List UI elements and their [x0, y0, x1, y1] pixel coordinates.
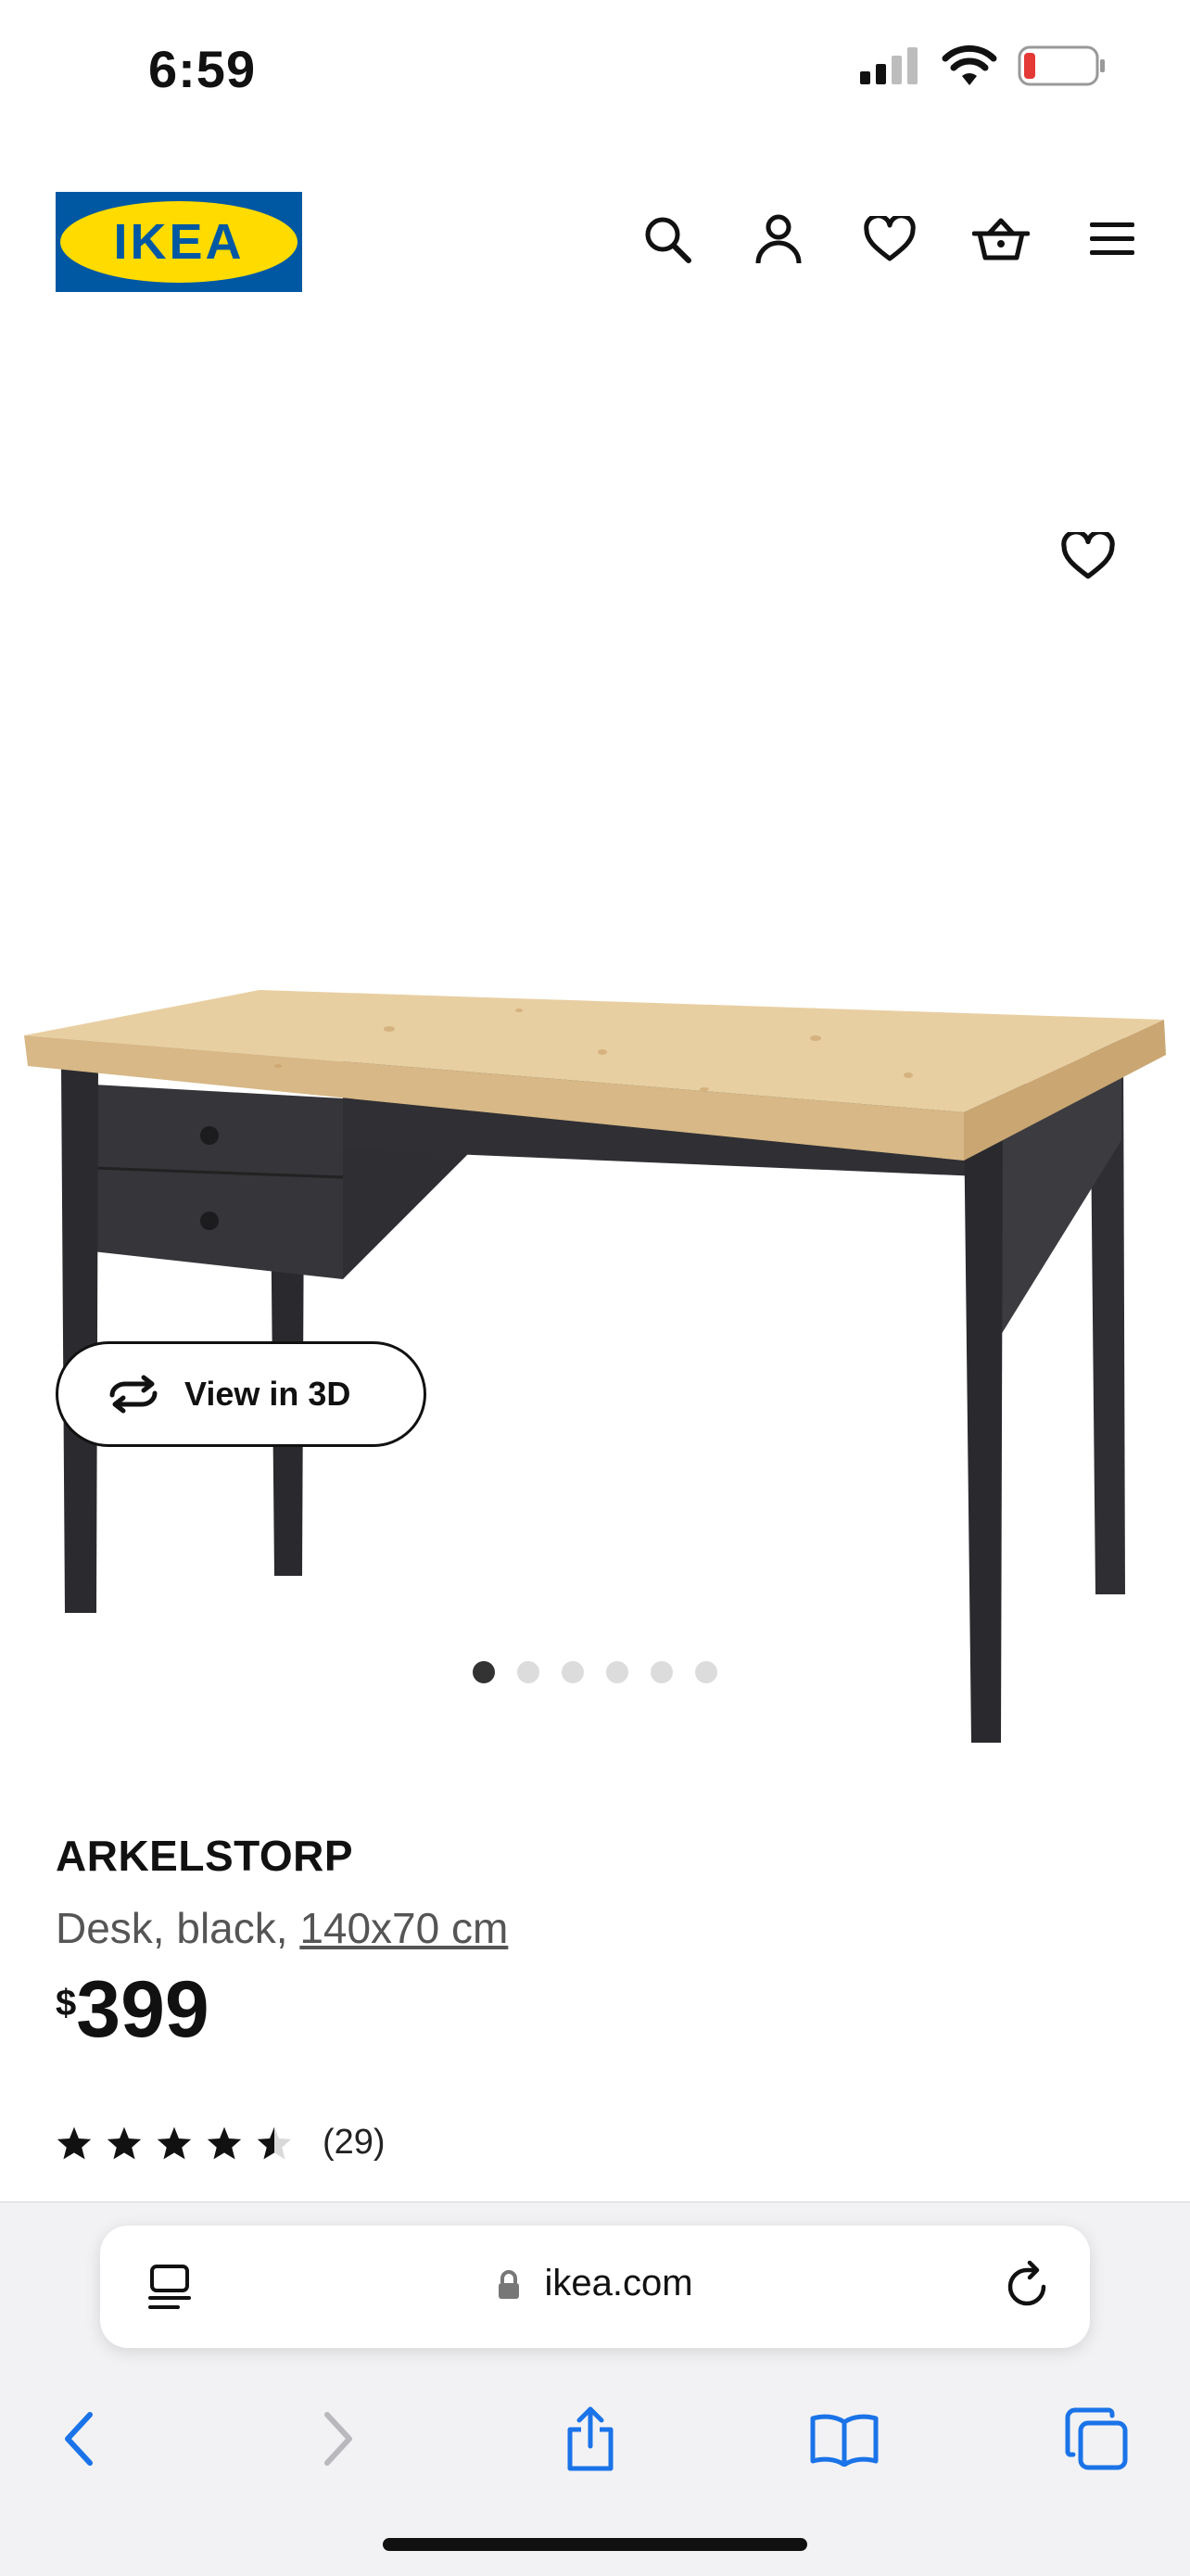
- account-button[interactable]: [745, 206, 812, 273]
- product-gallery[interactable]: View in 3D: [0, 334, 1190, 1743]
- gallery-dot[interactable]: [606, 1661, 628, 1683]
- rotate-3d-icon: [109, 1375, 158, 1414]
- product-size-link[interactable]: 140x70 cm: [299, 1904, 508, 1952]
- product-type: Desk, black,: [56, 1904, 288, 1952]
- bookmarks-icon: [810, 2414, 879, 2467]
- tabs-button[interactable]: [1055, 2397, 1138, 2481]
- product-info: ARKELSTORP Desk, black, 140x70 cm $ 399: [56, 1831, 1140, 2049]
- gallery-dot[interactable]: [517, 1661, 539, 1683]
- gallery-dot[interactable]: [473, 1661, 495, 1683]
- forward-icon: [324, 2412, 352, 2466]
- gallery-pagination: [0, 1661, 1190, 1683]
- url-display[interactable]: ikea.com: [100, 2263, 1090, 2304]
- view-in-3d-button[interactable]: View in 3D: [56, 1341, 426, 1447]
- favourites-button[interactable]: [856, 206, 923, 273]
- back-button[interactable]: [37, 2397, 120, 2481]
- half-star-icon: [257, 2126, 292, 2159]
- status-icons: [858, 44, 1107, 87]
- gallery-dot[interactable]: [695, 1661, 717, 1683]
- forward-button[interactable]: [297, 2397, 380, 2481]
- search-button[interactable]: [634, 206, 701, 273]
- reload-icon[interactable]: [1003, 2259, 1053, 2313]
- price-currency: $: [56, 1983, 77, 2024]
- product-name: ARKELSTORP: [56, 1832, 354, 1880]
- wifi-icon: [942, 44, 997, 85]
- browser-bottom-bar: ikea.com: [0, 2202, 1190, 2576]
- share-button[interactable]: [549, 2397, 632, 2481]
- home-indicator[interactable]: [383, 2538, 807, 2551]
- status-time: 6:59: [148, 40, 257, 98]
- bookmarks-button[interactable]: [803, 2397, 886, 2481]
- heart-icon: [1061, 532, 1115, 579]
- product-image: [24, 990, 1166, 1743]
- basket-button[interactable]: [968, 206, 1034, 273]
- gallery-dot[interactable]: [562, 1661, 584, 1683]
- product-rating[interactable]: (29): [56, 2123, 386, 2163]
- browser-toolbar: [0, 2388, 1190, 2490]
- star-icon: [57, 2126, 92, 2159]
- product-price: $ 399: [56, 1970, 1140, 2049]
- url-text: ikea.com: [544, 2263, 693, 2303]
- star-icon: [107, 2126, 142, 2159]
- ikea-logo[interactable]: IKEA: [56, 192, 302, 292]
- basket-icon: [972, 218, 1030, 260]
- menu-icon: [1090, 222, 1134, 255]
- search-icon: [645, 217, 691, 263]
- site-header: IKEA: [0, 185, 1190, 297]
- view-in-3d-label: View in 3D: [184, 1375, 351, 1413]
- back-icon: [65, 2412, 93, 2466]
- menu-button[interactable]: [1079, 206, 1146, 273]
- cellular-signal-icon: [860, 47, 918, 84]
- heart-icon: [864, 216, 916, 261]
- rating-stars: [56, 2126, 293, 2161]
- star-icon: [157, 2126, 192, 2159]
- price-amount: 399: [76, 1965, 209, 2054]
- status-bar: 6:59: [0, 0, 1190, 139]
- product-description: Desk, black, 140x70 cm: [56, 1903, 1140, 1953]
- gallery-dot[interactable]: [651, 1661, 673, 1683]
- battery-icon: [1018, 45, 1105, 86]
- tabs-icon: [1065, 2407, 1128, 2470]
- star-icon: [207, 2126, 242, 2159]
- svg-text:IKEA: IKEA: [113, 214, 244, 270]
- address-bar[interactable]: ikea.com: [100, 2226, 1090, 2348]
- account-icon: [755, 214, 802, 264]
- share-icon: [567, 2406, 614, 2471]
- rating-count: (29): [323, 2123, 386, 2162]
- lock-icon: [499, 2270, 520, 2300]
- save-to-favourites-button[interactable]: [1051, 519, 1125, 593]
